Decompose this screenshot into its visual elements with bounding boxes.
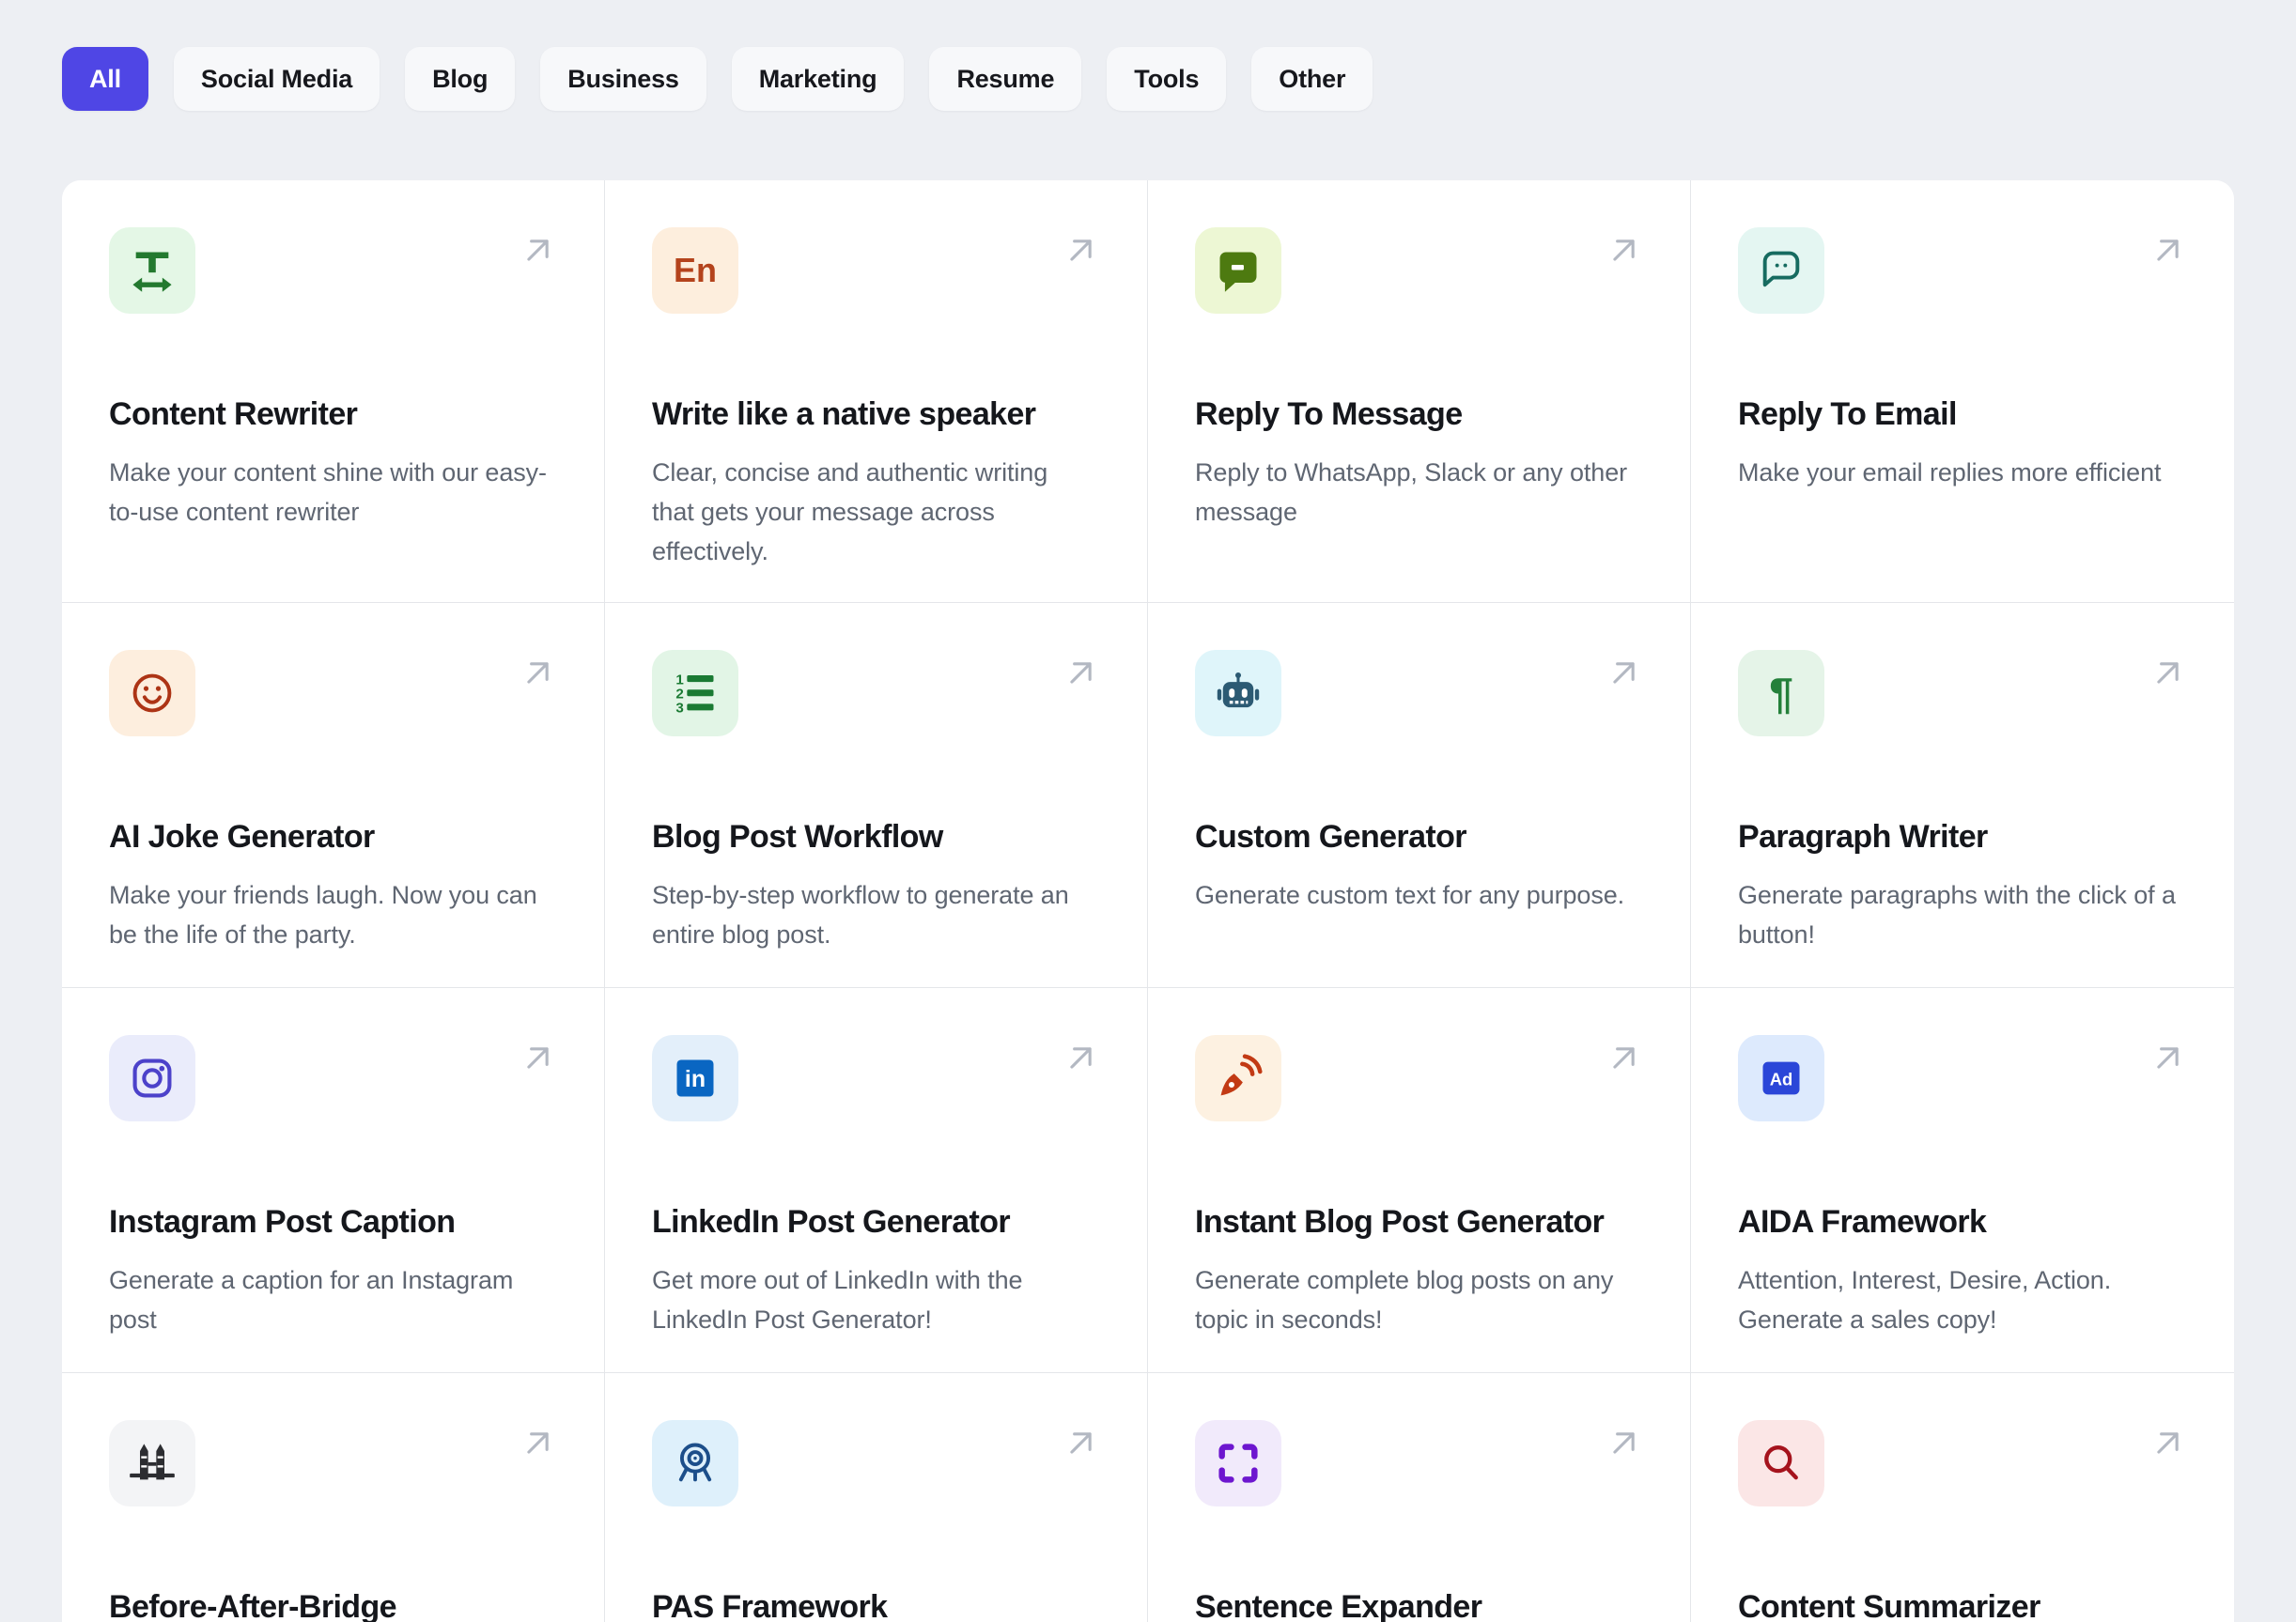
- card-description: Make your friends laugh. Now you can be …: [109, 881, 537, 949]
- numbered-list-icon: 1 2 3: [652, 650, 738, 736]
- linkedin-icon: in: [652, 1035, 738, 1121]
- card-title: AIDA Framework: [1738, 1204, 1987, 1240]
- open-arrow-icon[interactable]: [1061, 652, 1102, 693]
- smiley-icon: [109, 650, 195, 736]
- tab-tools[interactable]: Tools: [1107, 47, 1227, 111]
- card-description: Generate paragraphs with the click of a …: [1738, 881, 2176, 949]
- card-title: Custom Generator: [1195, 819, 1467, 855]
- tool-card-blog-post-workflow[interactable]: 1 2 3 Blog Post Workflow Step-by-step wo…: [605, 603, 1148, 988]
- open-arrow-icon[interactable]: [1604, 1422, 1645, 1463]
- card-description: Generate a caption for an Instagram post: [109, 1266, 514, 1334]
- open-arrow-icon[interactable]: [2148, 1037, 2189, 1078]
- card-description: Make your email replies more efficient: [1738, 458, 2162, 487]
- tool-card-linkedin-post-generator[interactable]: in LinkedIn Post Generator Get more out …: [605, 988, 1148, 1373]
- tools-grid: Content Rewriter Make your content shine…: [62, 180, 2234, 1622]
- card-description: Step-by-step workflow to generate an ent…: [652, 881, 1069, 949]
- pen-nib-signal-icon: [1195, 1035, 1281, 1121]
- tab-other[interactable]: Other: [1251, 47, 1373, 111]
- tool-card-ai-joke-generator[interactable]: AI Joke Generator Make your friends laug…: [62, 603, 605, 988]
- open-arrow-icon[interactable]: [1061, 229, 1102, 270]
- card-title: Paragraph Writer: [1738, 819, 1988, 855]
- card-description: Generate complete blog posts on any topi…: [1195, 1266, 1614, 1334]
- expand-icon: [1195, 1420, 1281, 1506]
- card-title: Content Summarizer: [1738, 1589, 2040, 1622]
- open-arrow-icon[interactable]: [1061, 1422, 1102, 1463]
- card-title: Reply To Email: [1738, 396, 1957, 432]
- tool-card-reply-to-email[interactable]: Reply To Email Make your email replies m…: [1691, 180, 2234, 603]
- card-description: Generate custom text for any purpose.: [1195, 881, 1625, 909]
- card-title: Blog Post Workflow: [652, 819, 943, 855]
- tab-social-media[interactable]: Social Media: [173, 47, 380, 111]
- chat-bubble-icon: [1195, 227, 1281, 314]
- open-arrow-icon[interactable]: [518, 652, 559, 693]
- open-arrow-icon[interactable]: [518, 1422, 559, 1463]
- target-icon: [652, 1420, 738, 1506]
- tool-card-instant-blog-post-generator[interactable]: Instant Blog Post Generator Generate com…: [1148, 988, 1691, 1373]
- card-title: PAS Framework: [652, 1589, 888, 1622]
- ad-icon: Ad: [1738, 1035, 1824, 1121]
- card-title: AI Joke Generator: [109, 819, 375, 855]
- card-title: Before-After-Bridge: [109, 1589, 397, 1622]
- pilcrow-icon: ¶: [1738, 650, 1824, 736]
- tool-card-instagram-post-caption[interactable]: Instagram Post Caption Generate a captio…: [62, 988, 605, 1373]
- open-arrow-icon[interactable]: [2148, 1422, 2189, 1463]
- open-arrow-icon[interactable]: [1604, 652, 1645, 693]
- tool-card-before-after-bridge[interactable]: Before-After-Bridge: [62, 1373, 605, 1622]
- tab-resume[interactable]: Resume: [929, 47, 1082, 111]
- card-description: Clear, concise and authentic writing tha…: [652, 458, 1048, 565]
- tool-card-content-rewriter[interactable]: Content Rewriter Make your content shine…: [62, 180, 605, 603]
- card-title: LinkedIn Post Generator: [652, 1204, 1011, 1240]
- svg-text:in: in: [685, 1066, 706, 1092]
- en-language-icon: En: [652, 227, 738, 314]
- card-title: Write like a native speaker: [652, 396, 1036, 432]
- card-title: Reply To Message: [1195, 396, 1463, 432]
- tab-all[interactable]: All: [62, 47, 148, 111]
- open-arrow-icon[interactable]: [1061, 1037, 1102, 1078]
- category-filter-bar: All Social Media Blog Business Marketing…: [62, 47, 2234, 111]
- tool-card-aida-framework[interactable]: Ad AIDA Framework Attention, Interest, D…: [1691, 988, 2234, 1373]
- tool-card-pas-framework[interactable]: PAS Framework: [605, 1373, 1148, 1622]
- en-glyph: En: [673, 251, 717, 289]
- tab-blog[interactable]: Blog: [405, 47, 516, 111]
- tool-card-reply-to-message[interactable]: Reply To Message Reply to WhatsApp, Slac…: [1148, 180, 1691, 603]
- open-arrow-icon[interactable]: [1604, 1037, 1645, 1078]
- card-title: Instant Blog Post Generator: [1195, 1204, 1605, 1240]
- message-dots-icon: [1738, 227, 1824, 314]
- tool-card-paragraph-writer[interactable]: ¶ Paragraph Writer Generate paragraphs w…: [1691, 603, 2234, 988]
- open-arrow-icon[interactable]: [2148, 652, 2189, 693]
- tool-card-custom-generator[interactable]: Custom Generator Generate custom text fo…: [1148, 603, 1691, 988]
- open-arrow-icon[interactable]: [1604, 229, 1645, 270]
- tool-card-sentence-expander[interactable]: Sentence Expander: [1148, 1373, 1691, 1622]
- card-description: Attention, Interest, Desire, Action. Gen…: [1738, 1266, 2112, 1334]
- instagram-icon: [109, 1035, 195, 1121]
- bridge-icon: [109, 1420, 195, 1506]
- svg-text:Ad: Ad: [1770, 1070, 1793, 1089]
- card-description: Reply to WhatsApp, Slack or any other me…: [1195, 458, 1628, 526]
- tool-card-content-summarizer[interactable]: Content Summarizer: [1691, 1373, 2234, 1622]
- tool-card-native-speaker[interactable]: En Write like a native speaker Clear, co…: [605, 180, 1148, 603]
- open-arrow-icon[interactable]: [518, 1037, 559, 1078]
- magnifier-icon: [1738, 1420, 1824, 1506]
- card-description: Make your content shine with our easy-to…: [109, 458, 547, 526]
- svg-text:3: 3: [675, 701, 683, 717]
- card-title: Instagram Post Caption: [109, 1204, 456, 1240]
- tab-marketing[interactable]: Marketing: [731, 47, 905, 111]
- card-title: Content Rewriter: [109, 396, 358, 432]
- robot-icon: [1195, 650, 1281, 736]
- open-arrow-icon[interactable]: [2148, 229, 2189, 270]
- card-title: Sentence Expander: [1195, 1589, 1482, 1622]
- tab-business[interactable]: Business: [540, 47, 706, 111]
- card-description: Get more out of LinkedIn with the Linked…: [652, 1266, 1023, 1334]
- pilcrow-glyph: ¶: [1769, 669, 1793, 718]
- open-arrow-icon[interactable]: [518, 229, 559, 270]
- text-width-icon: [109, 227, 195, 314]
